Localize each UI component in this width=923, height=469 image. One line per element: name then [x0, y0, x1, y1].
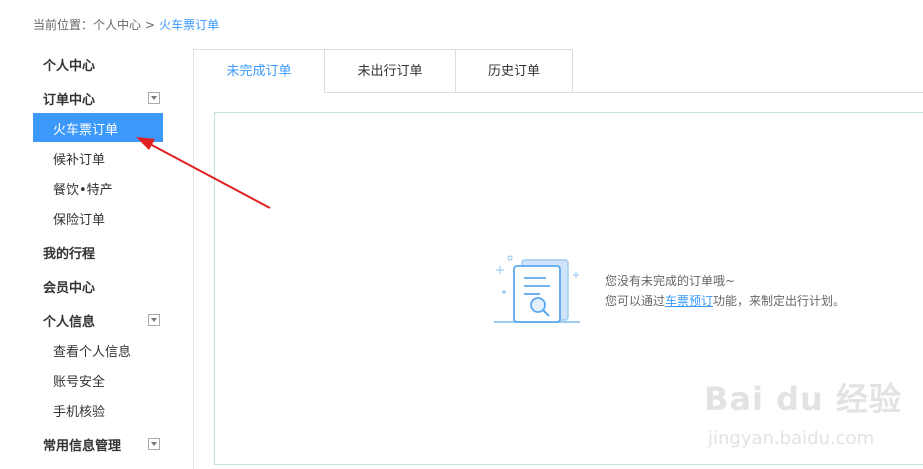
- sidebar-item-my-trips[interactable]: 我的行程: [43, 243, 95, 262]
- tab-untraveled-orders[interactable]: 未出行订单: [325, 49, 456, 93]
- empty-state-line2-prefix: 您可以通过: [605, 294, 666, 308]
- breadcrumb-prefix: 当前位置：: [33, 18, 94, 32]
- sidebar-divider: [193, 48, 194, 469]
- sidebar-group-personal-info[interactable]: 个人信息: [43, 311, 95, 330]
- empty-state-line2: 您可以通过车票预订功能，来制定出行计划。: [605, 291, 845, 311]
- breadcrumb: 当前位置：个人中心 > 火车票订单: [33, 16, 219, 33]
- document-search-icon: [494, 255, 580, 323]
- sidebar-item-train-orders[interactable]: 火车票订单: [33, 113, 163, 142]
- collapse-toggle-icon[interactable]: [148, 438, 160, 450]
- collapse-toggle-icon[interactable]: [148, 314, 160, 326]
- sidebar-item-personal-center[interactable]: 个人中心: [43, 55, 95, 74]
- sidebar-item-phone-verify[interactable]: 手机核验: [53, 401, 105, 420]
- collapse-toggle-icon[interactable]: [148, 92, 160, 104]
- tab-history-orders[interactable]: 历史订单: [456, 49, 573, 93]
- sidebar-item-member-center[interactable]: 会员中心: [43, 277, 95, 296]
- breadcrumb-current[interactable]: 火车票订单: [159, 18, 219, 32]
- sidebar-group-order-center[interactable]: 订单中心: [43, 89, 95, 108]
- watermark-main: Bai du 经验: [704, 380, 902, 418]
- tab-unfinished-orders[interactable]: 未完成订单: [194, 49, 325, 93]
- sidebar-item-waitlist-orders[interactable]: 候补订单: [53, 149, 105, 168]
- watermark-sub: jingyan.baidu.com: [708, 428, 875, 449]
- sidebar: 个人中心 订单中心 火车票订单 候补订单 餐饮•特产 保险订单 我的行程 会员中…: [33, 48, 193, 469]
- empty-state-line1: 您没有未完成的订单哦~: [605, 274, 736, 288]
- sidebar-item-dining-specialty[interactable]: 餐饮•特产: [53, 179, 113, 198]
- breadcrumb-home[interactable]: 个人中心: [93, 18, 141, 32]
- sidebar-item-account-security[interactable]: 账号安全: [53, 371, 105, 390]
- sidebar-group-common-info[interactable]: 常用信息管理: [43, 435, 121, 454]
- empty-state-line2-suffix: 功能，来制定出行计划。: [713, 294, 846, 308]
- empty-state-message: 您没有未完成的订单哦~ 您可以通过车票预订功能，来制定出行计划。: [605, 271, 845, 311]
- sidebar-item-label: 火车票订单: [53, 123, 119, 138]
- ticket-booking-link[interactable]: 车票预订: [665, 294, 713, 308]
- sidebar-item-insurance-orders[interactable]: 保险订单: [53, 209, 105, 228]
- breadcrumb-separator: >: [145, 18, 156, 32]
- sidebar-item-view-personal-info[interactable]: 查看个人信息: [53, 341, 131, 360]
